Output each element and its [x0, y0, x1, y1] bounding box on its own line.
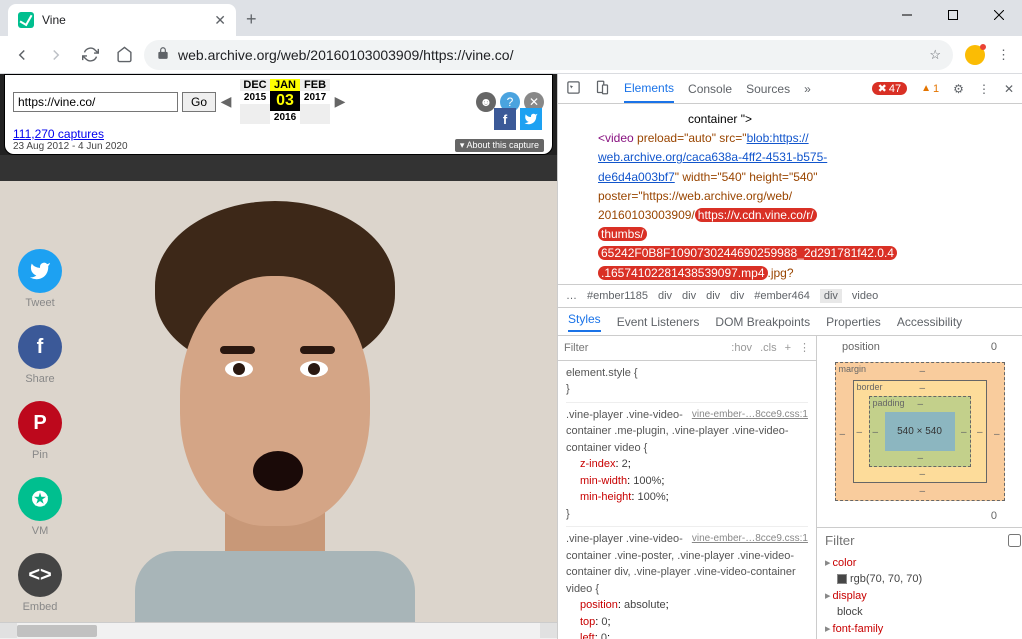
tab-sources[interactable]: Sources	[746, 76, 790, 102]
tab-styles[interactable]: Styles	[568, 312, 601, 332]
captures-link[interactable]: 111,270 captures	[13, 127, 104, 141]
hov-toggle[interactable]: :hov	[731, 342, 752, 354]
elements-tree[interactable]: container "> <video preload="auto" src="…	[558, 104, 1022, 284]
wayback-prev-icon[interactable]: ◀	[220, 93, 232, 110]
video-still-image	[125, 201, 425, 561]
tab-event-listeners[interactable]: Event Listeners	[617, 315, 700, 329]
close-window-button[interactable]	[976, 0, 1022, 30]
reload-button[interactable]	[76, 41, 104, 69]
home-button[interactable]	[110, 41, 138, 69]
device-toggle-icon[interactable]	[595, 80, 610, 98]
error-count-badge[interactable]: ✖ 47	[872, 82, 907, 95]
styles-tabbar: Styles Event Listeners DOM Breakpoints P…	[558, 308, 1022, 336]
settings-gear-icon[interactable]: ⚙	[953, 82, 964, 96]
embed-button[interactable]: <>	[18, 553, 62, 597]
wayback-facebook-icon[interactable]: f	[494, 108, 516, 130]
window-titlebar: Vine ✕ +	[0, 0, 1022, 36]
tab-title: Vine	[42, 13, 206, 27]
extension-icon[interactable]	[965, 45, 985, 65]
vm-button[interactable]: ✪	[18, 477, 62, 521]
devtools-tabbar: Elements Console Sources » ✖ 47 1 ⚙ ⋮ ✕	[558, 74, 1022, 104]
wayback-next-icon[interactable]: ▶	[334, 93, 346, 110]
wayback-toolbar: Go ◀ DEC2015 JAN032016 FEB2017 ▶ ☻ ? ✕ 1…	[4, 74, 553, 155]
warning-count-badge[interactable]: 1	[921, 83, 939, 95]
devtools-menu-icon[interactable]: ⋮	[978, 82, 990, 96]
devtools-close-icon[interactable]: ✕	[1004, 82, 1014, 96]
tab-elements[interactable]: Elements	[624, 75, 674, 103]
wayback-twitter-icon[interactable]	[520, 108, 542, 130]
devtools-panel: Elements Console Sources » ✖ 47 1 ⚙ ⋮ ✕ …	[557, 74, 1022, 639]
new-tab-button[interactable]: +	[246, 9, 257, 30]
horizontal-scrollbar[interactable]	[0, 622, 557, 639]
tab-dom-breakpoints[interactable]: DOM Breakpoints	[715, 315, 810, 329]
browser-tab[interactable]: Vine ✕	[8, 4, 236, 36]
inspect-icon[interactable]	[566, 80, 581, 98]
pin-button[interactable]: P	[18, 401, 62, 445]
wayback-person-icon[interactable]: ☻	[476, 92, 496, 112]
wayback-url-input[interactable]	[13, 92, 178, 112]
more-tabs-icon[interactable]: »	[804, 82, 811, 96]
share-facebook-button[interactable]: f	[18, 325, 62, 369]
styles-pane[interactable]: :hov .cls + ⋮ element.style { } vine-emb…	[558, 336, 817, 639]
address-bar[interactable]: web.archive.org/web/20160103003909/https…	[144, 40, 953, 70]
bookmark-star-icon[interactable]: ☆	[929, 47, 941, 63]
close-tab-icon[interactable]: ✕	[214, 12, 226, 29]
vine-video-area[interactable]	[0, 181, 557, 622]
minimize-button[interactable]	[884, 0, 930, 30]
cls-toggle[interactable]: .cls	[760, 342, 777, 354]
browser-toolbar: web.archive.org/web/20160103003909/https…	[0, 36, 1022, 74]
computed-filter-input[interactable]	[825, 533, 1002, 548]
add-rule-icon[interactable]: +	[785, 342, 791, 354]
vine-favicon	[18, 12, 34, 28]
tab-properties[interactable]: Properties	[826, 315, 881, 329]
share-rail: Tweet fShare PPin ✪VM <>Embed	[18, 249, 62, 613]
page-viewport: Go ◀ DEC2015 JAN032016 FEB2017 ▶ ☻ ? ✕ 1…	[0, 74, 557, 639]
breadcrumb[interactable]: … #ember1185 div div div div #ember464 d…	[558, 284, 1022, 308]
styles-menu-icon[interactable]: ⋮	[799, 341, 810, 354]
lock-icon	[156, 46, 170, 63]
url-text: web.archive.org/web/20160103003909/https…	[178, 47, 921, 63]
about-capture-button[interactable]: ▾ About this capture	[455, 139, 544, 152]
forward-button[interactable]	[42, 41, 70, 69]
browser-menu-icon[interactable]: ⋮	[997, 47, 1010, 63]
computed-pane[interactable]: position0 margin–––– border–––– padding–…	[817, 336, 1022, 639]
tab-accessibility[interactable]: Accessibility	[897, 315, 962, 329]
wayback-go-button[interactable]: Go	[182, 92, 216, 112]
maximize-button[interactable]	[930, 0, 976, 30]
box-model-diagram[interactable]: margin–––– border–––– padding–––– 540 × …	[835, 362, 1005, 501]
styles-filter-input[interactable]	[564, 342, 723, 354]
back-button[interactable]	[8, 41, 36, 69]
tab-console[interactable]: Console	[688, 76, 732, 102]
show-all-checkbox[interactable]	[1008, 534, 1021, 547]
wayback-calendar[interactable]: DEC2015 JAN032016 FEB2017	[240, 79, 330, 124]
tweet-button[interactable]	[18, 249, 62, 293]
vine-header-strip	[0, 155, 557, 181]
